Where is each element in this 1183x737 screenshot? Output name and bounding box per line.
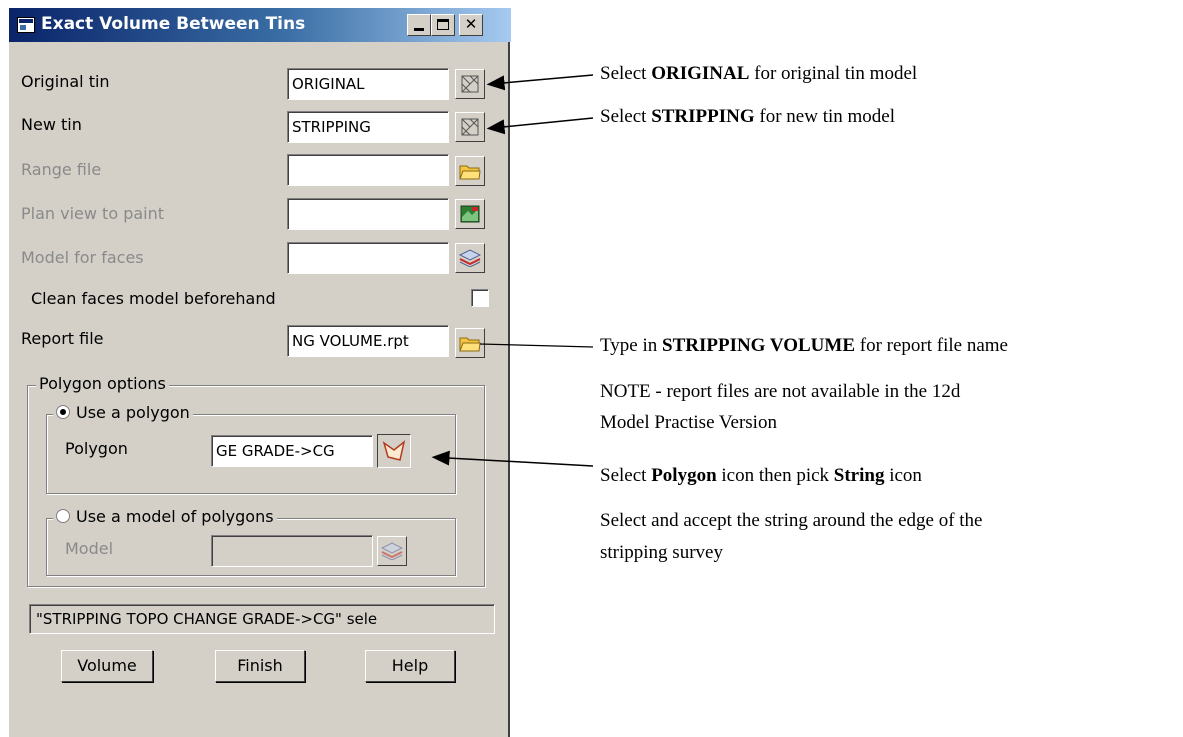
polygon-options-legend: Polygon options bbox=[36, 374, 169, 393]
use-polygon-group: Use a polygon Polygon GE GRADE->CG bbox=[46, 403, 456, 494]
annotation-accept-line1: Select and accept the string around the … bbox=[600, 510, 983, 531]
close-button[interactable]: ✕ bbox=[459, 14, 483, 36]
polygon-icon bbox=[382, 440, 406, 461]
new-tin-input[interactable]: STRIPPING bbox=[287, 111, 449, 143]
plan-view-label: Plan view to paint bbox=[21, 204, 165, 223]
polygon-options-group: Polygon options Use a polygon Polygon GE… bbox=[27, 374, 485, 587]
new-tin-label: New tin bbox=[21, 115, 82, 134]
annotation-polygon: Select Polygon icon then pick String ico… bbox=[600, 465, 922, 486]
annotation-original: Select ORIGINAL for original tin model bbox=[600, 63, 918, 84]
plan-view-icon bbox=[460, 205, 480, 223]
exact-volume-dialog: Exact Volume Between Tins ✕ Original tin… bbox=[8, 8, 511, 737]
model-input[interactable] bbox=[211, 535, 373, 567]
original-tin-label: Original tin bbox=[21, 72, 110, 91]
range-file-browse-button[interactable] bbox=[455, 156, 485, 186]
clean-faces-checkbox[interactable] bbox=[471, 289, 489, 307]
plan-view-select-button[interactable] bbox=[455, 199, 485, 229]
volume-button[interactable]: Volume bbox=[61, 650, 153, 682]
model-select-button[interactable] bbox=[377, 536, 407, 566]
radio-selected-icon bbox=[56, 405, 70, 419]
window-title: Exact Volume Between Tins bbox=[41, 14, 306, 34]
app-icon bbox=[17, 17, 35, 33]
use-model-label: Use a model of polygons bbox=[76, 507, 274, 526]
model-label: Model bbox=[65, 539, 114, 558]
range-file-label: Range file bbox=[21, 160, 102, 179]
clean-faces-label: Clean faces model beforehand bbox=[31, 289, 276, 308]
use-polygon-label: Use a polygon bbox=[76, 403, 190, 422]
annotation-accept-line2: stripping survey bbox=[600, 542, 723, 563]
annotation-note-line1: NOTE - report files are not available in… bbox=[600, 381, 961, 402]
tin-icon bbox=[461, 75, 479, 93]
plan-view-input[interactable] bbox=[287, 198, 449, 230]
polygon-select-button[interactable] bbox=[377, 434, 411, 468]
use-model-group: Use a model of polygons Model bbox=[46, 507, 456, 576]
arrow-original bbox=[486, 74, 594, 91]
title-bar[interactable]: Exact Volume Between Tins ✕ bbox=[9, 8, 511, 42]
use-polygon-radio[interactable]: Use a polygon bbox=[53, 403, 193, 422]
folder-icon bbox=[459, 165, 481, 180]
help-button[interactable]: Help bbox=[365, 650, 455, 682]
maximize-icon bbox=[437, 19, 449, 30]
polygon-label: Polygon bbox=[65, 439, 128, 458]
report-file-label: Report file bbox=[21, 329, 104, 348]
finish-button[interactable]: Finish bbox=[215, 650, 305, 682]
radio-unselected-icon bbox=[56, 509, 70, 523]
report-file-browse-button[interactable] bbox=[455, 328, 485, 358]
polygon-input[interactable]: GE GRADE->CG bbox=[211, 435, 373, 467]
minimize-button[interactable] bbox=[407, 14, 431, 36]
close-icon: ✕ bbox=[464, 15, 478, 33]
model-layers-icon bbox=[459, 249, 481, 267]
new-tin-select-button[interactable] bbox=[455, 112, 485, 142]
annotation-stripping: Select STRIPPING for new tin model bbox=[600, 106, 896, 127]
original-tin-input[interactable]: ORIGINAL bbox=[287, 68, 449, 100]
model-faces-select-button[interactable] bbox=[455, 243, 485, 273]
annotation-report: Type in STRIPPING VOLUME for report file… bbox=[600, 335, 1008, 356]
arrow-stripping bbox=[486, 117, 594, 135]
use-model-radio[interactable]: Use a model of polygons bbox=[53, 507, 277, 526]
folder-icon bbox=[459, 337, 481, 352]
minimize-icon bbox=[414, 28, 424, 31]
status-line: "STRIPPING TOPO CHANGE GRADE->CG" sele bbox=[29, 604, 495, 634]
tin-icon bbox=[461, 118, 479, 136]
range-file-input[interactable] bbox=[287, 154, 449, 186]
model-faces-input[interactable] bbox=[287, 242, 449, 274]
model-layers-icon bbox=[381, 542, 403, 560]
model-faces-label: Model for faces bbox=[21, 248, 144, 267]
maximize-button[interactable] bbox=[431, 14, 455, 36]
annotation-note-line2: Model Practise Version bbox=[600, 412, 777, 433]
original-tin-select-button[interactable] bbox=[455, 69, 485, 99]
report-file-input[interactable]: NG VOLUME.rpt bbox=[287, 325, 449, 357]
